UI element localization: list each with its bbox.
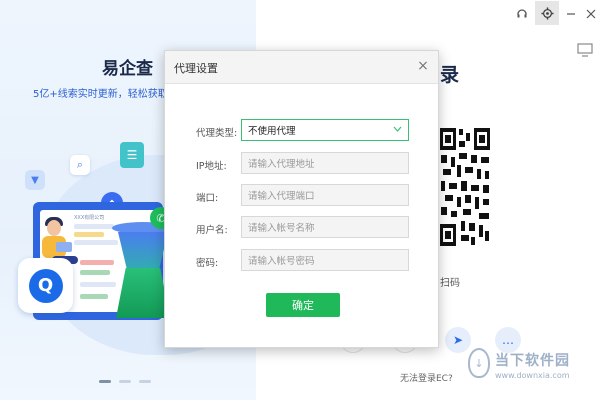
screen-line [74, 240, 118, 245]
carousel-dot-active[interactable] [99, 380, 111, 383]
ip-address-input[interactable]: 请输入代理地址 [241, 152, 409, 174]
proxy-type-label: 代理类型: [196, 128, 238, 139]
scan-hint: 扫码 [440, 278, 460, 289]
dialog-header: 代理设置 × [165, 51, 438, 84]
screen-line [80, 260, 114, 265]
screen-line [80, 282, 116, 287]
watermark-url: www.downxia.com [495, 371, 570, 380]
proxy-settings-dialog: 代理设置 × 代理类型: 不使用代理 IP地址: 请输入代理地址 端口: 请输入… [164, 50, 439, 348]
watermark-logo-icon: ↓ [468, 348, 490, 378]
minimize-icon[interactable] [560, 4, 582, 24]
cannot-login-link[interactable]: 无法登录EC? [400, 371, 453, 384]
password-input[interactable]: 请输入帐号密码 [241, 249, 409, 271]
gear-icon[interactable] [535, 1, 559, 25]
monitor-icon[interactable] [575, 40, 595, 60]
screen-line [80, 294, 108, 299]
logo-mark-icon: Q [28, 268, 63, 303]
dialog-close-icon[interactable]: × [414, 57, 432, 75]
chevron-down-icon [393, 125, 402, 135]
dialog-title: 代理设置 [174, 62, 218, 75]
confirm-button[interactable]: 确定 [266, 293, 340, 317]
app-title: 易企查 [102, 59, 153, 79]
paper-plane-icon[interactable]: ➤ [445, 327, 471, 353]
carousel-dot[interactable] [119, 380, 131, 383]
carousel-dot[interactable] [139, 380, 151, 383]
port-label: 端口: [196, 193, 219, 204]
screen-line [80, 270, 110, 275]
proxy-type-select[interactable]: 不使用代理 [241, 119, 409, 141]
login-title: 录 [440, 64, 460, 86]
app-tagline: 5亿+线索实时更新，轻松获取 [33, 89, 168, 100]
username-label: 用户名: [196, 225, 228, 236]
screen-line [74, 224, 114, 229]
headset-icon[interactable] [511, 4, 533, 24]
ip-address-label: IP地址: [196, 161, 227, 172]
close-icon[interactable] [580, 4, 600, 24]
person-head [47, 220, 61, 236]
laptop-icon [56, 242, 72, 252]
port-input[interactable]: 请输入代理端口 [241, 184, 409, 206]
password-label: 密码: [196, 258, 219, 269]
proxy-type-value: 不使用代理 [248, 126, 296, 137]
document-icon: ☰ [120, 142, 144, 168]
watermark-name: 当下软件园 [495, 353, 570, 369]
qr-code[interactable] [439, 127, 491, 247]
username-input[interactable]: 请输入帐号名称 [241, 216, 409, 238]
screen-line [74, 232, 104, 237]
app-logo: Q [18, 258, 73, 313]
filter-icon: ▼ [25, 170, 45, 190]
screen-company-label: XXX有限公司 [74, 215, 105, 221]
search-icon: ⌕ [70, 155, 90, 175]
